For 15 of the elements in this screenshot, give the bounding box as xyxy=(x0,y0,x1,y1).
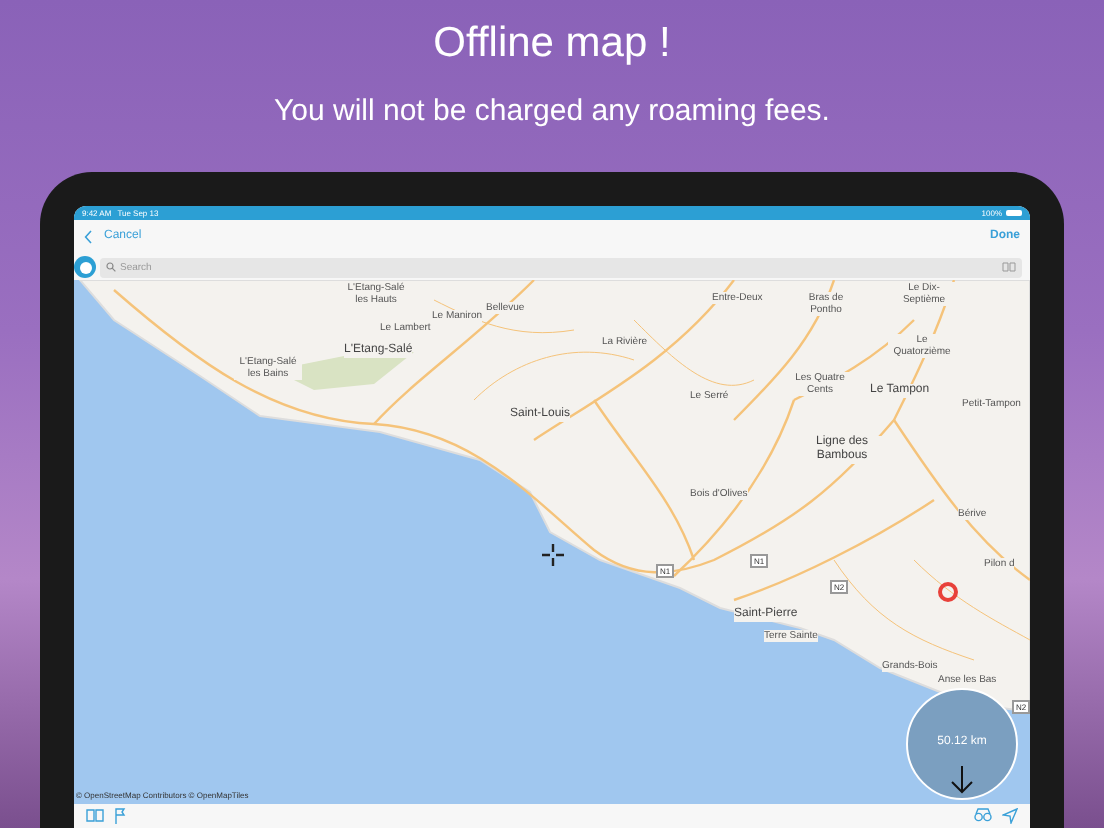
location-toggle[interactable] xyxy=(74,256,96,278)
crosshair-icon xyxy=(542,544,564,566)
book-icon[interactable] xyxy=(86,808,104,822)
location-marker[interactable] xyxy=(938,582,958,602)
subheadline: You will not be charged any roaming fees. xyxy=(274,94,830,130)
search-icon xyxy=(106,262,116,272)
chevron-left-icon xyxy=(84,230,92,244)
book-icon[interactable] xyxy=(1002,262,1016,272)
binoculars-icon[interactable] xyxy=(974,808,992,822)
flag-icon[interactable] xyxy=(114,808,126,824)
headline: Offline map ! xyxy=(433,18,671,70)
map-view[interactable] xyxy=(74,280,1030,804)
battery-icon xyxy=(1006,210,1022,216)
navigation-arrow-icon[interactable] xyxy=(1002,808,1018,824)
download-arrow-icon xyxy=(950,766,974,794)
